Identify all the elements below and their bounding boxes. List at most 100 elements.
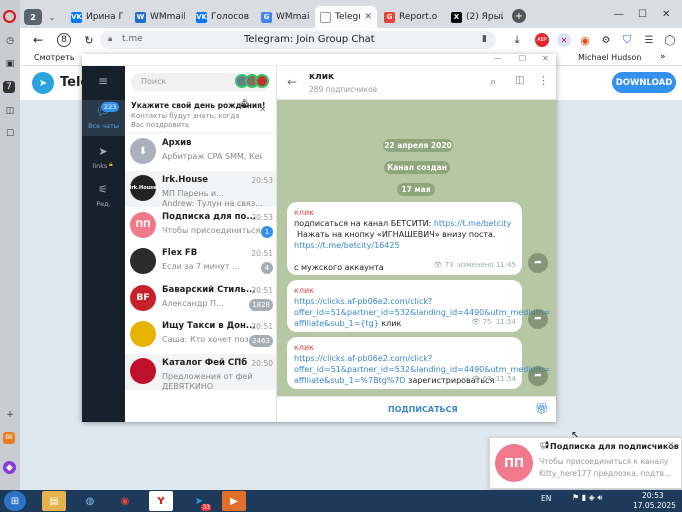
chat-time: 20:51 — [251, 285, 273, 295]
chat-preview: Чтобы присоединиться... — [162, 225, 262, 235]
close-icon[interactable]: ✕ — [662, 9, 670, 20]
mail-icon[interactable]: ✉ — [3, 432, 15, 444]
more-bookmarks-icon[interactable]: » — [660, 52, 666, 62]
message-link[interactable]: affiliate&sub_1=%7Btg%7D — [294, 376, 406, 385]
media-player-icon[interactable]: ▶ — [222, 491, 246, 511]
browser-tab[interactable]: Telegra✕ — [315, 6, 377, 28]
message-link[interactable]: affiliate&sub_1={tg} — [294, 319, 379, 328]
pinned-tab-icon[interactable]: ▣ — [3, 57, 17, 71]
vpn-icon[interactable]: 8 — [57, 33, 71, 47]
minimize-icon[interactable]: — — [494, 54, 502, 63]
download-icon[interactable]: ⤓ — [510, 33, 524, 47]
clock-date[interactable]: 17.05.2025 — [633, 501, 676, 510]
gift-icon[interactable]: 🎁︎ — [535, 402, 549, 415]
browser-tab[interactable]: X (2) Ярый — [446, 6, 508, 28]
back-icon[interactable]: ← — [31, 33, 45, 47]
channel-name[interactable]: клик — [309, 72, 334, 82]
chat-row[interactable]: BF Баварский Стиль... 20:51 Александр П... 1… — [125, 281, 276, 317]
browser-tab[interactable]: G Report.o — [379, 6, 444, 28]
yandex-browser-icon[interactable]: Y — [149, 491, 173, 511]
forward-icon[interactable]: ➦ — [528, 309, 548, 329]
birthday-banner[interactable]: Укажите свой день рождения! 🎂︎ Контакты … — [125, 97, 276, 133]
forward-icon[interactable]: ➦ — [528, 366, 548, 386]
chat-row[interactable]: Каталог Фей СПб 20:50 Предложения от фей ДЕ… — [125, 353, 276, 391]
clock-time[interactable]: 20:53 — [642, 491, 664, 500]
message-link[interactable]: https://clicks.af-pb06e2.com/click? — [294, 353, 515, 364]
close-icon[interactable]: ✕ — [542, 54, 549, 63]
add-icon[interactable]: + — [3, 408, 17, 422]
pinned-tab-icon[interactable]: 7 — [3, 81, 15, 93]
more-icon[interactable]: ⋮ — [538, 74, 549, 87]
service-message-pill: Канал создан — [384, 161, 450, 174]
chat-row[interactable]: Irk.House Irk.House 20:53 МП Парень и... And… — [125, 171, 276, 208]
folder-links[interactable]: ➤ links 🔒︎ — [82, 140, 125, 176]
channel-message[interactable]: клик https://clicks.af-pb06e2.com/click?… — [287, 337, 550, 389]
chevron-down-icon[interactable]: ⌄ — [45, 9, 59, 25]
telegram-taskbar-icon[interactable]: ➤ 33 — [187, 491, 211, 511]
folder-label: Ред. — [96, 200, 111, 208]
message-link[interactable]: https://t.me/betcity/16425 — [294, 240, 515, 251]
pinned-tab-icon[interactable]: ☐ — [3, 127, 17, 141]
easy-setup-icon[interactable]: ☰ — [642, 33, 656, 47]
bookmark-icon[interactable]: ▮ — [482, 34, 487, 44]
chrome-icon[interactable]: ◉ — [113, 491, 137, 511]
pinned-tab-icon[interactable]: ◫ — [3, 104, 17, 118]
browser-tab[interactable]: G WMmail.r — [256, 6, 314, 28]
chat-row[interactable]: Ищу Такси в Дон... 20:51 Саша: Кто хочет п… — [125, 317, 276, 353]
reload-icon[interactable]: ↻ — [82, 33, 96, 47]
explorer-icon[interactable]: ▤ — [42, 491, 66, 511]
tab-favicon-icon: VK — [71, 11, 82, 23]
extension-icon[interactable]: ◉ — [578, 33, 592, 47]
chat-name: Ищу Такси в Дон... — [162, 321, 256, 331]
folder-all-chats[interactable]: 💬︎ 223 Все чаты — [82, 100, 125, 136]
opera-logo-icon[interactable] — [3, 10, 16, 23]
tray-icons[interactable]: ⚑ ▮ ◈ 🔊︎ — [572, 493, 602, 503]
close-tab-icon[interactable]: ✕ — [364, 12, 372, 22]
maximize-icon[interactable]: ☐ — [638, 9, 647, 20]
forward-icon[interactable]: ➦ — [528, 253, 548, 273]
message-link[interactable]: https://clicks.af-pb06e2.com/click? — [294, 296, 515, 307]
cake-icon: 🎂︎ — [239, 99, 251, 109]
channel-message[interactable]: клик https://clicks.af-pb06e2.com/click?… — [287, 280, 550, 332]
eye-icon: 👁︎ — [471, 318, 483, 326]
story-avatar[interactable] — [255, 74, 269, 88]
bookmark-item[interactable]: Michael Hudson — [578, 53, 641, 62]
address-bar[interactable]: 🔒︎ t.me Telegram: Join Group Chat ▮ — [100, 31, 496, 49]
chat-row[interactable]: ПП Подписка для по... 20:53 Чтобы присоедин… — [125, 208, 276, 244]
adblock-extension-icon[interactable]: ABP — [535, 33, 549, 47]
archive-row[interactable]: ⬇ Архив Арбитраж CPA SMM, Кейсы ... — [125, 134, 276, 170]
extension-icon[interactable]: ⚙ — [599, 33, 613, 47]
menu-icon[interactable]: ≡ — [95, 74, 111, 88]
telegram-nav-column: ≡ 💬︎ 223 Все чаты ➤ links 🔒︎ ⚟ Ред. — [82, 66, 125, 422]
channel-message[interactable]: клик подписаться на канал БЕТСИТИ: https… — [287, 202, 522, 275]
download-button[interactable]: DOWNLOAD — [612, 72, 676, 93]
history-icon[interactable]: ◷ — [3, 34, 17, 48]
search-icon[interactable]: ⌕ — [490, 75, 496, 89]
search-input[interactable]: Поиск — [131, 73, 271, 91]
back-icon[interactable]: ← — [287, 75, 297, 89]
shield-icon[interactable]: ⛉ — [620, 33, 634, 47]
browser-tab[interactable]: W WMmail.r — [130, 6, 190, 28]
desktop-notification[interactable]: ПП 📢︎ Подписка для подписчиков Чтобы при… — [489, 437, 682, 489]
chat-row[interactable]: Flex FB 20:51 Если за 7 минут ... 4 — [125, 244, 276, 280]
extension-icon[interactable]: ✕ — [557, 33, 571, 47]
close-icon[interactable]: ✕ — [259, 105, 267, 115]
subscribe-button[interactable]: ПОДПИСАТЬСЯ — [388, 405, 458, 414]
browser-tab[interactable]: VK Ирина П — [66, 6, 128, 28]
sidebar-toggle-icon[interactable]: ◫ — [515, 75, 524, 86]
profile-icon[interactable]: ◯ — [663, 33, 677, 47]
workspace-button[interactable]: 2 — [24, 9, 42, 25]
edit-folders[interactable]: ⚟ Ред. — [82, 178, 125, 214]
start-button[interactable]: ⊞ — [4, 491, 26, 511]
browser-tab[interactable]: VK Голосова — [191, 6, 254, 28]
minimize-icon[interactable]: — — [614, 9, 624, 20]
message-link[interactable]: https://t.me/betcity — [434, 219, 511, 228]
maximize-icon[interactable]: ☐ — [519, 54, 526, 63]
language-indicator[interactable]: EN — [541, 494, 551, 503]
new-tab-button[interactable]: + — [512, 9, 526, 23]
bookmark-item[interactable]: Смотреть — [34, 53, 75, 62]
close-icon[interactable]: ✕ — [667, 441, 675, 451]
aria-icon[interactable]: ◆ — [3, 461, 16, 474]
network-icon[interactable]: ◍ — [78, 491, 102, 511]
chat-list: Поиск Укажите свой день рождения! 🎂︎ Кон… — [125, 66, 277, 422]
